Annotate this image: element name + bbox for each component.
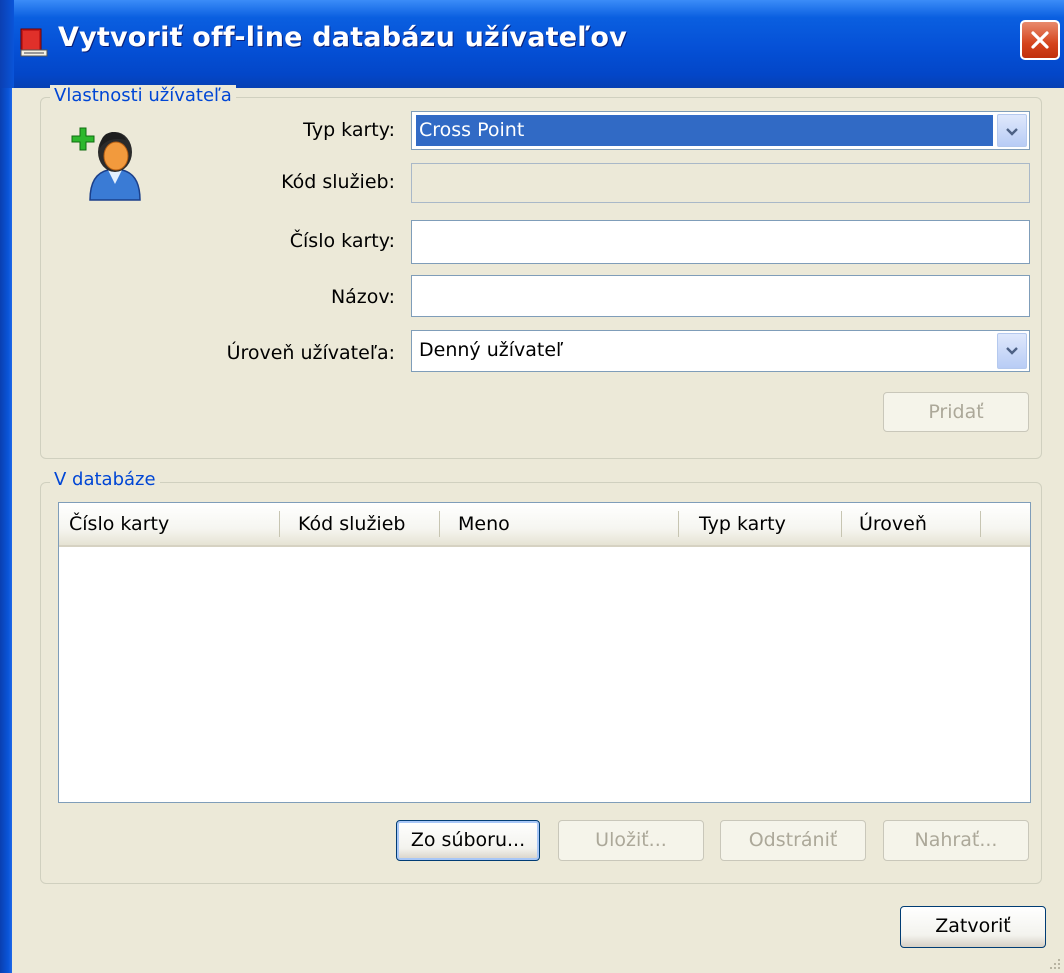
- service-code-field: [411, 163, 1030, 203]
- remove-button[interactable]: Odstrániť: [720, 820, 866, 861]
- column-header-service-code[interactable]: Kód služieb: [288, 503, 438, 545]
- resize-grip-icon[interactable]: [1046, 955, 1062, 971]
- user-level-dropdown-button[interactable]: [997, 333, 1027, 369]
- title-bar[interactable]: Vytvoriť off-line databázu užívateľov: [0, 0, 1064, 88]
- name-label: Názov:: [330, 286, 395, 308]
- column-separator[interactable]: [279, 511, 280, 537]
- card-number-field[interactable]: [411, 220, 1030, 264]
- column-header-name[interactable]: Meno: [448, 503, 678, 545]
- upload-button[interactable]: Nahrať...: [883, 820, 1029, 861]
- window-title: Vytvoriť off-line databázu užívateľov: [58, 22, 627, 53]
- close-icon: [1031, 31, 1049, 49]
- users-table[interactable]: Číslo karty Kód služieb Meno Typ karty Ú…: [58, 502, 1031, 803]
- user-level-value: Denný užívateľ: [419, 339, 564, 361]
- card-number-label: Číslo karty:: [289, 230, 395, 252]
- card-type-label: Typ karty:: [303, 119, 395, 141]
- column-header-card-type[interactable]: Typ karty: [689, 503, 839, 545]
- add-button[interactable]: Pridať: [883, 392, 1029, 432]
- close-window-button[interactable]: [1020, 20, 1060, 60]
- column-separator[interactable]: [678, 511, 679, 537]
- add-user-icon: [71, 127, 141, 201]
- window-frame-left: [0, 88, 12, 973]
- column-separator[interactable]: [841, 511, 842, 537]
- title-bar-edge: [0, 0, 14, 88]
- card-type-dropdown[interactable]: Cross Point: [411, 111, 1030, 150]
- column-separator[interactable]: [439, 511, 440, 537]
- chevron-down-icon: [1006, 128, 1018, 136]
- column-header-level[interactable]: Úroveň: [849, 503, 979, 545]
- dialog-window: Vytvoriť off-line databázu užívateľov Vl…: [0, 0, 1064, 973]
- close-button[interactable]: Zatvoriť: [900, 906, 1046, 948]
- chevron-down-icon: [1006, 347, 1018, 355]
- column-separator[interactable]: [980, 511, 981, 537]
- user-level-label: Úroveň užívateľa:: [226, 342, 395, 364]
- table-header: Číslo karty Kód služieb Meno Typ karty Ú…: [59, 503, 1030, 547]
- user-properties-legend: Vlastnosti užívateľa: [50, 85, 236, 107]
- card-type-dropdown-button[interactable]: [997, 114, 1027, 147]
- column-header-card-number[interactable]: Číslo karty: [59, 503, 280, 545]
- from-file-button[interactable]: Zo súboru...: [396, 820, 540, 861]
- save-button[interactable]: Uložiť...: [558, 820, 704, 861]
- name-field[interactable]: [411, 275, 1030, 317]
- database-legend: V databáze: [50, 469, 160, 491]
- card-type-value: Cross Point: [416, 115, 993, 146]
- service-code-label: Kód služieb:: [281, 171, 395, 193]
- red-book-icon: [20, 28, 48, 57]
- user-level-dropdown[interactable]: Denný užívateľ: [411, 330, 1030, 372]
